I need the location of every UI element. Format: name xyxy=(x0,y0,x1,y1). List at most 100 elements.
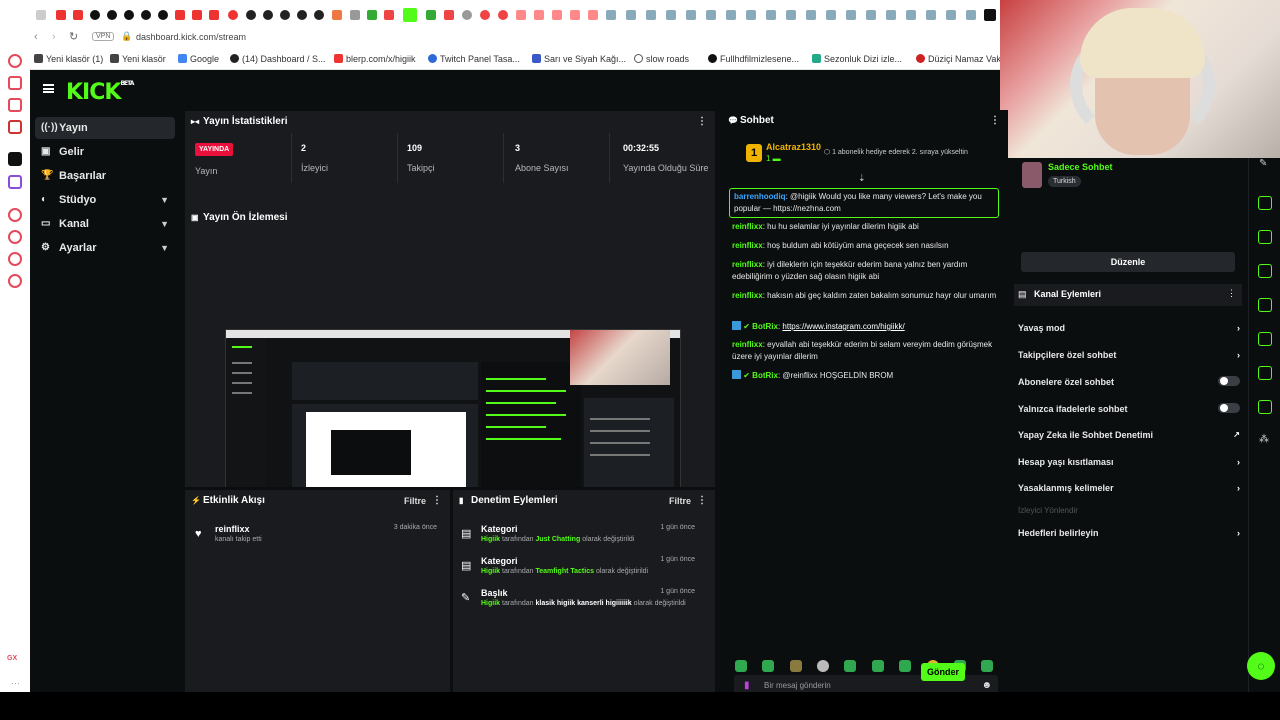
menu-icon[interactable] xyxy=(43,84,54,93)
chat-username[interactable]: reinflixx xyxy=(732,241,763,250)
tab-icon[interactable] xyxy=(886,10,896,20)
support-chat-icon[interactable]: ◌ xyxy=(1247,652,1275,680)
tab-icon[interactable] xyxy=(36,10,46,20)
history-icon[interactable] xyxy=(8,230,22,244)
send-button[interactable]: Gönder xyxy=(921,663,965,681)
filter-button[interactable]: Filtre xyxy=(404,490,426,512)
sidebar-item-kanal[interactable]: ▭ Kanal ▼ xyxy=(35,213,175,235)
tab-icon[interactable] xyxy=(686,10,696,20)
tab-icon[interactable] xyxy=(926,10,936,20)
layout-icon[interactable]: ⁂ xyxy=(1259,434,1269,445)
tab-icon[interactable] xyxy=(246,10,256,20)
chat-link[interactable]: https://www.instagram.com/higiikk/ xyxy=(782,322,904,331)
tab-icon[interactable] xyxy=(534,10,544,20)
chat-username[interactable]: reinflixx xyxy=(732,260,763,269)
tab-icon[interactable] xyxy=(107,10,117,20)
settings-icon[interactable] xyxy=(8,274,22,288)
sidebar-item-yayin[interactable]: ((·)) Yayın xyxy=(35,117,175,139)
tab-icon[interactable] xyxy=(280,10,290,20)
chat-username[interactable]: barrenhoodiq xyxy=(734,192,786,201)
more-options-icon[interactable]: ⋮ xyxy=(697,490,707,512)
more-options-icon[interactable]: ⋮ xyxy=(432,490,442,512)
emote-icon[interactable] xyxy=(872,660,884,672)
stats-toggle-icon[interactable] xyxy=(1258,366,1272,380)
vpn-badge[interactable]: VPN xyxy=(92,32,115,41)
action-subscribers-only[interactable]: Abonelere özel sohbet xyxy=(1018,376,1240,387)
moderation-user[interactable]: Higiik xyxy=(481,536,500,543)
tab-icon[interactable] xyxy=(726,10,736,20)
tab-icon[interactable] xyxy=(350,10,360,20)
tab-icon[interactable] xyxy=(606,10,616,20)
emote-icon[interactable] xyxy=(790,660,802,672)
tab-icon[interactable] xyxy=(806,10,816,20)
chat-username[interactable]: reinflixx xyxy=(732,340,763,349)
tab-icon[interactable] xyxy=(56,10,66,20)
tab-icon[interactable] xyxy=(462,10,472,20)
gift-prompt[interactable]: ⬡ 1 abonelik hediye ederek 2. sıraya yük… xyxy=(824,148,968,156)
emote-icon[interactable] xyxy=(762,660,774,672)
reload-icon[interactable]: ↻ xyxy=(69,30,78,43)
emotes-only-toggle[interactable] xyxy=(1218,403,1240,413)
tab-icon[interactable] xyxy=(228,10,238,20)
tab-icon[interactable] xyxy=(314,10,324,20)
tab-icon[interactable] xyxy=(846,10,856,20)
edit-button[interactable]: Düzenle xyxy=(1021,252,1235,272)
action-banned-words[interactable]: Yasaklanmış kelimeler › xyxy=(1018,483,1240,493)
more-icon[interactable]: ··· xyxy=(11,678,20,688)
kick-logo[interactable]: KICKBETA xyxy=(66,80,134,105)
chat-toggle-icon[interactable] xyxy=(1258,298,1272,312)
chat-username[interactable]: BotRix xyxy=(752,371,778,380)
crypto-wallet-icon[interactable] xyxy=(8,76,22,90)
bookmark-item[interactable]: Fullhdfilmizlesene... xyxy=(708,54,799,64)
bookmark-item[interactable]: Sarı ve Siyah Kağı... xyxy=(532,54,626,64)
emote-icon[interactable] xyxy=(899,660,911,672)
moderation-toggle-icon[interactable] xyxy=(1258,264,1272,278)
tab-icon[interactable] xyxy=(516,10,526,20)
tab-icon[interactable] xyxy=(826,10,836,20)
tiktok-icon[interactable] xyxy=(8,152,22,166)
emote-icon[interactable] xyxy=(735,660,747,672)
action-emotes-only[interactable]: Yalnızca ifadelerle sohbet xyxy=(1018,403,1240,414)
extensions-icon[interactable] xyxy=(8,252,22,266)
tab-icon[interactable] xyxy=(175,10,185,20)
tab-icon[interactable] xyxy=(906,10,916,20)
emote-icon[interactable] xyxy=(981,660,993,672)
tab-icon[interactable] xyxy=(746,10,756,20)
player-icon[interactable] xyxy=(8,208,22,222)
tab-icon[interactable] xyxy=(90,10,100,20)
tab-icon[interactable] xyxy=(480,10,490,20)
chat-username[interactable]: reinflixx xyxy=(732,291,763,300)
filter-button[interactable]: Filtre xyxy=(669,490,691,512)
tab-icon[interactable] xyxy=(766,10,776,20)
pinned-user[interactable]: Alcatraz1310 xyxy=(766,142,821,152)
bookmark-item[interactable]: slow roads xyxy=(634,54,689,64)
wrench-icon[interactable] xyxy=(1258,400,1272,414)
tab-icon[interactable] xyxy=(666,10,676,20)
more-options-icon[interactable]: ⋮ xyxy=(1227,288,1236,299)
url-text[interactable]: dashboard.kick.com/stream xyxy=(136,32,246,42)
tab-icon[interactable] xyxy=(588,10,598,20)
tab-icon[interactable] xyxy=(570,10,580,20)
bookmark-item[interactable]: (14) Dashboard / S... xyxy=(230,54,326,64)
action-set-goals[interactable]: Hedefleri belirleyin › xyxy=(1018,528,1240,538)
chat-category-title[interactable]: Sadece Sohbet xyxy=(1048,162,1113,172)
kick-tab-icon[interactable] xyxy=(403,8,417,22)
more-options-icon[interactable]: ⋮ xyxy=(697,111,707,133)
stream-preview-video[interactable] xyxy=(225,329,681,487)
tab-icon[interactable] xyxy=(498,10,508,20)
emote-icon[interactable] xyxy=(817,660,829,672)
sidebar-item-studyo[interactable]: ◐ Stüdyo ▼ xyxy=(35,189,175,211)
tab-icon[interactable] xyxy=(646,10,656,20)
bookmark-item[interactable]: Yeni klasör (1) xyxy=(34,54,103,64)
tab-icon[interactable] xyxy=(706,10,716,20)
twitch-icon[interactable] xyxy=(8,175,22,189)
tab-icon[interactable] xyxy=(209,10,219,20)
tab-icon[interactable] xyxy=(786,10,796,20)
aria-icon[interactable] xyxy=(8,54,22,68)
tab-icon[interactable] xyxy=(192,10,202,20)
tab-icon[interactable] xyxy=(158,10,168,20)
activity-toggle-icon[interactable] xyxy=(1258,230,1272,244)
chat-username[interactable]: BotRix xyxy=(752,322,778,331)
bookmark-item[interactable]: Google xyxy=(178,54,219,64)
activity-user[interactable]: reinflixx xyxy=(215,524,262,534)
